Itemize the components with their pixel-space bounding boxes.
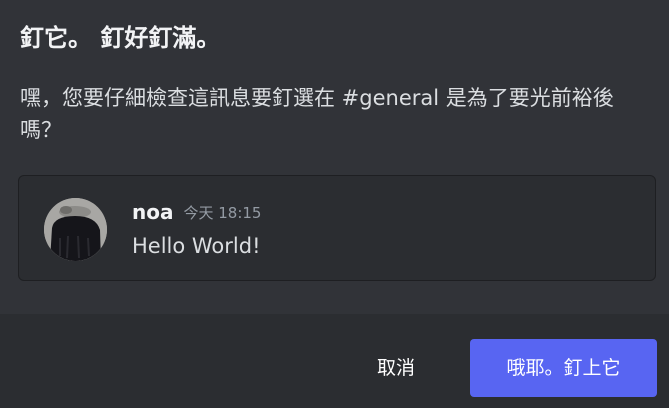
message-author[interactable]: noa: [132, 200, 173, 224]
message-content: Hello World!: [132, 234, 261, 258]
avatar: [44, 198, 107, 261]
cancel-button[interactable]: 取消: [356, 339, 436, 397]
message-header: noa 今天 18:15: [132, 200, 261, 224]
message-timestamp: 今天 18:15: [183, 203, 262, 222]
pin-message-modal: 釘它。 釘好釘滿。 嘿，您要仔細檢查這訊息要釘選在 #general 是為了要光…: [0, 0, 669, 408]
confirm-pin-button[interactable]: 哦耶。釘上它: [470, 339, 657, 397]
modal-title: 釘它。 釘好釘滿。: [20, 24, 221, 52]
message-preview: noa 今天 18:15 Hello World!: [18, 175, 656, 281]
modal-footer: 取消 哦耶。釘上它: [0, 314, 669, 408]
modal-description: 嘿，您要仔細檢查這訊息要釘選在 #general 是為了要光前裕後嗎？: [20, 86, 614, 142]
